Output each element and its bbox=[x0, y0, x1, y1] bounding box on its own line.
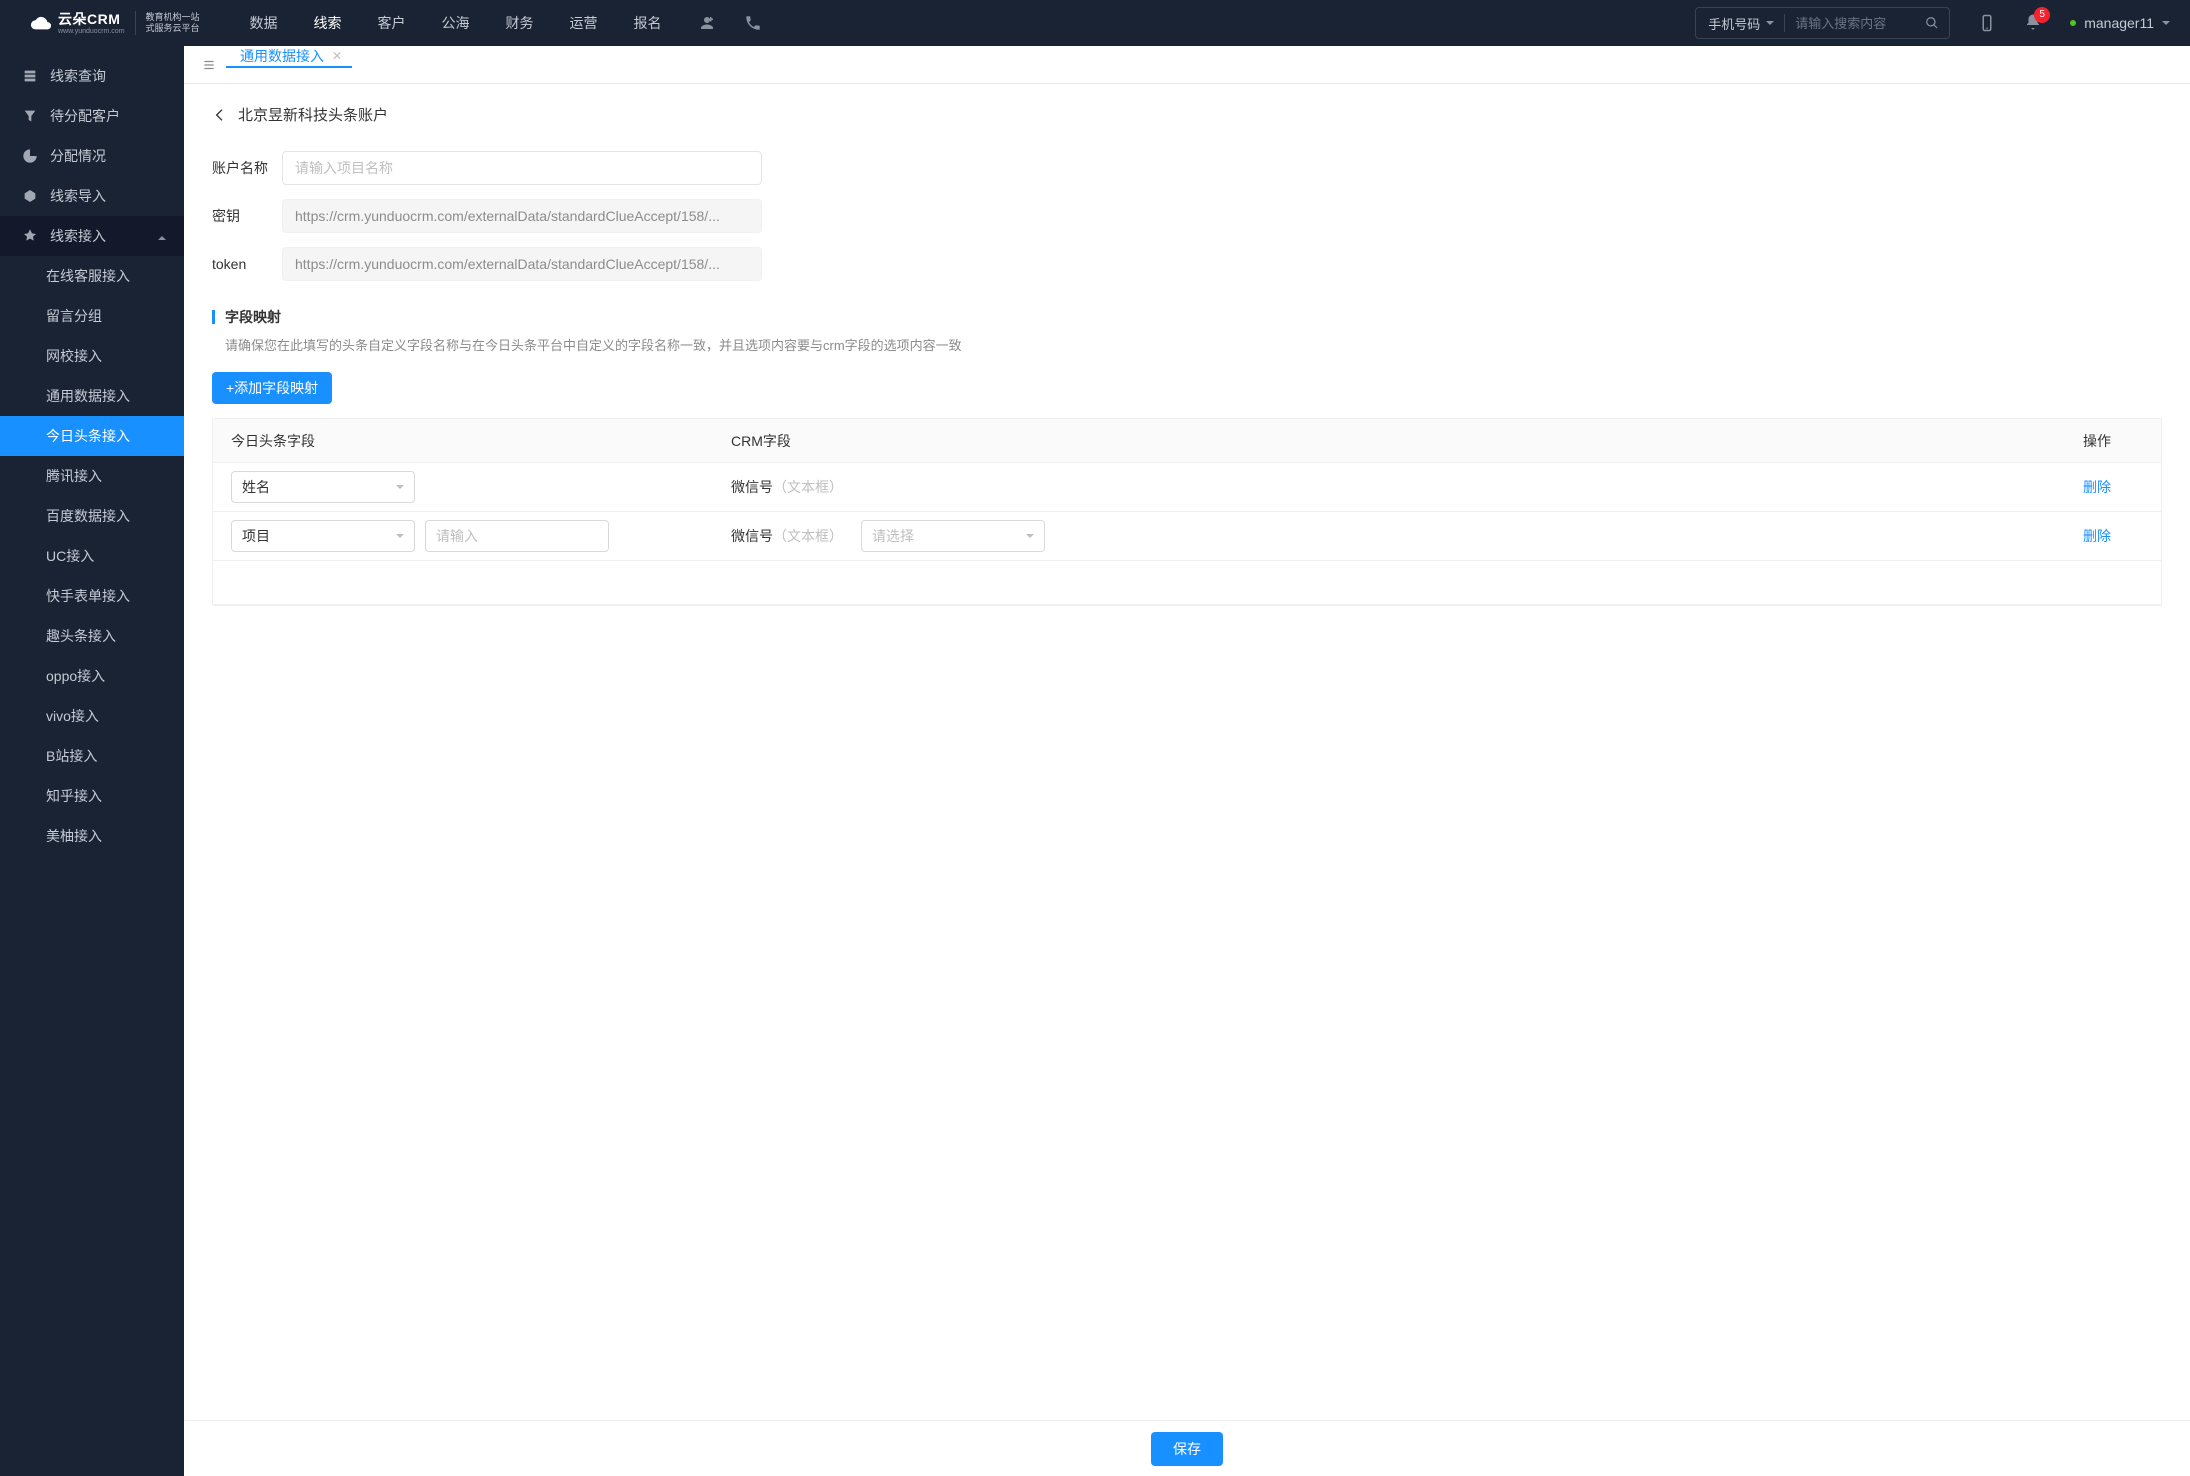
section-bar-icon bbox=[212, 310, 215, 324]
top-nav-icons bbox=[698, 14, 762, 32]
nav-item[interactable]: 客户 bbox=[378, 13, 406, 33]
sidebar-item[interactable]: 线索查询 bbox=[0, 56, 184, 96]
sidebar-item[interactable]: 分配情况 bbox=[0, 136, 184, 176]
phone-icon[interactable] bbox=[744, 14, 762, 32]
table-header-field: 今日头条字段 bbox=[231, 431, 731, 451]
sidebar-item[interactable]: 待分配客户 bbox=[0, 96, 184, 136]
tab[interactable]: 通用数据接入 ✕ bbox=[226, 46, 352, 68]
mapping-section-title: 字段映射 bbox=[225, 307, 281, 327]
sidebar: 线索查询待分配客户分配情况线索导入线索接入在线客服接入留言分组网校接入通用数据接… bbox=[0, 46, 184, 1476]
mobile-icon[interactable] bbox=[1978, 14, 1996, 32]
secret-label: 密钥 bbox=[212, 206, 282, 226]
sidebar-subitem[interactable]: B站接入 bbox=[0, 736, 184, 776]
nav-item[interactable]: 报名 bbox=[634, 13, 662, 33]
notifications[interactable]: 5 bbox=[2024, 13, 2042, 34]
user-plus-icon[interactable] bbox=[698, 14, 716, 32]
logo-divider bbox=[135, 11, 136, 35]
account-name-input[interactable] bbox=[282, 151, 762, 185]
page-title: 北京昱新科技头条账户 bbox=[238, 104, 388, 125]
main-area: 通用数据接入 ✕ 北京昱新科技头条账户 账户名称 密钥 token bbox=[184, 46, 2190, 1476]
nav-item[interactable]: 线索 bbox=[314, 13, 342, 33]
logo-description: 教育机构一站 式服务云平台 bbox=[146, 12, 200, 34]
search-input[interactable] bbox=[1785, 16, 1915, 31]
crm-field-name: 微信号 bbox=[731, 528, 773, 544]
crm-field-type: （文本框） bbox=[773, 528, 843, 544]
sidebar-subitem[interactable]: 知乎接入 bbox=[0, 776, 184, 816]
nav-item[interactable]: 数据 bbox=[250, 13, 278, 33]
sidebar-item-expanded[interactable]: 线索接入 bbox=[0, 216, 184, 256]
cloud-logo-icon bbox=[30, 12, 52, 34]
logo[interactable]: 云朵CRM www.yunduocrm.com 教育机构一站 式服务云平台 bbox=[30, 11, 200, 35]
sidebar-subitem[interactable]: 快手表单接入 bbox=[0, 576, 184, 616]
status-dot-icon bbox=[2070, 20, 2076, 26]
search-button[interactable] bbox=[1915, 8, 1949, 38]
chevron-up-icon bbox=[158, 232, 166, 240]
search-icon bbox=[1925, 16, 1939, 30]
sidebar-subitem[interactable]: 美柚接入 bbox=[0, 816, 184, 856]
sidebar-icon bbox=[22, 188, 38, 204]
sidebar-subitem[interactable]: 腾讯接入 bbox=[0, 456, 184, 496]
mapping-table: 今日头条字段 CRM字段 操作 姓名微信号（文本框）删除项目微信号（文本框）请选… bbox=[212, 418, 2162, 606]
sidebar-subitem[interactable]: 留言分组 bbox=[0, 296, 184, 336]
sidebar-subitem[interactable]: 在线客服接入 bbox=[0, 256, 184, 296]
delete-row-link[interactable]: 删除 bbox=[2083, 479, 2111, 495]
nav-item[interactable]: 公海 bbox=[442, 13, 470, 33]
user-menu[interactable]: manager11 bbox=[2070, 15, 2170, 31]
sidebar-item[interactable]: 线索导入 bbox=[0, 176, 184, 216]
tab-label: 通用数据接入 bbox=[240, 46, 324, 66]
top-header: 云朵CRM www.yunduocrm.com 教育机构一站 式服务云平台 数据… bbox=[0, 0, 2190, 46]
mapping-hint: 请确保您在此填写的头条自定义字段名称与在今日头条平台中自定义的字段名称一致，并且… bbox=[212, 335, 2162, 354]
sidebar-icon bbox=[22, 108, 38, 124]
sidebar-subitem[interactable]: 趣头条接入 bbox=[0, 616, 184, 656]
logo-main-text: 云朵CRM bbox=[58, 12, 125, 26]
sidebar-icon bbox=[22, 68, 38, 84]
token-label: token bbox=[212, 256, 282, 272]
page-content: 北京昱新科技头条账户 账户名称 密钥 token 字段映射 bbox=[184, 84, 2190, 1476]
back-arrow-icon[interactable] bbox=[212, 107, 228, 123]
search-type-select[interactable]: 手机号码 bbox=[1696, 8, 1784, 38]
notification-badge: 5 bbox=[2034, 7, 2050, 23]
nav-item[interactable]: 财务 bbox=[506, 13, 534, 33]
table-row bbox=[213, 561, 2161, 605]
crm-field-name: 微信号 bbox=[731, 479, 773, 495]
sidebar-subitem[interactable]: vivo接入 bbox=[0, 696, 184, 736]
sidebar-subitem[interactable]: 网校接入 bbox=[0, 336, 184, 376]
toutiao-field-select[interactable]: 项目 bbox=[231, 520, 415, 552]
tabs-bar: 通用数据接入 ✕ bbox=[184, 46, 2190, 84]
add-mapping-button[interactable]: +添加字段映射 bbox=[212, 372, 332, 404]
tab-close-icon[interactable]: ✕ bbox=[332, 49, 342, 63]
account-name-label: 账户名称 bbox=[212, 158, 282, 178]
delete-row-link[interactable]: 删除 bbox=[2083, 528, 2111, 544]
save-button[interactable]: 保存 bbox=[1151, 1432, 1223, 1466]
table-row: 项目 微信号（文本框） 请选择 删除 bbox=[213, 512, 2161, 561]
sidebar-subitem[interactable]: UC接入 bbox=[0, 536, 184, 576]
sidebar-subitem[interactable]: 通用数据接入 bbox=[0, 376, 184, 416]
secret-input[interactable] bbox=[282, 199, 762, 233]
sidebar-icon bbox=[22, 148, 38, 164]
token-input[interactable] bbox=[282, 247, 762, 281]
username: manager11 bbox=[2084, 15, 2154, 31]
menu-collapse-icon bbox=[202, 58, 216, 72]
breadcrumb: 北京昱新科技头条账户 bbox=[212, 104, 2162, 125]
toutiao-field-select[interactable]: 姓名 bbox=[231, 471, 415, 503]
search-group: 手机号码 bbox=[1695, 7, 1950, 39]
sidebar-toggle[interactable] bbox=[192, 46, 226, 83]
nav-item[interactable]: 运营 bbox=[570, 13, 598, 33]
sidebar-subitem[interactable]: 今日头条接入 bbox=[0, 416, 184, 456]
top-nav: 数据 线索 客户 公海 财务 运营 报名 bbox=[250, 13, 662, 33]
toutiao-field-extra-input[interactable] bbox=[425, 520, 609, 552]
table-header-crm: CRM字段 bbox=[731, 431, 2083, 451]
caret-down-icon bbox=[2162, 21, 2170, 29]
crm-field-select[interactable]: 请选择 bbox=[861, 520, 1045, 552]
footer-bar: 保存 bbox=[184, 1420, 2190, 1476]
sidebar-subitem[interactable]: 百度数据接入 bbox=[0, 496, 184, 536]
table-header-action: 操作 bbox=[2083, 431, 2143, 451]
crm-field-type: （文本框） bbox=[773, 479, 843, 495]
sidebar-icon bbox=[22, 228, 38, 244]
sidebar-subitem[interactable]: oppo接入 bbox=[0, 656, 184, 696]
logo-sub-text: www.yunduocrm.com bbox=[58, 28, 125, 35]
table-row: 姓名 微信号（文本框） 删除 bbox=[213, 463, 2161, 512]
